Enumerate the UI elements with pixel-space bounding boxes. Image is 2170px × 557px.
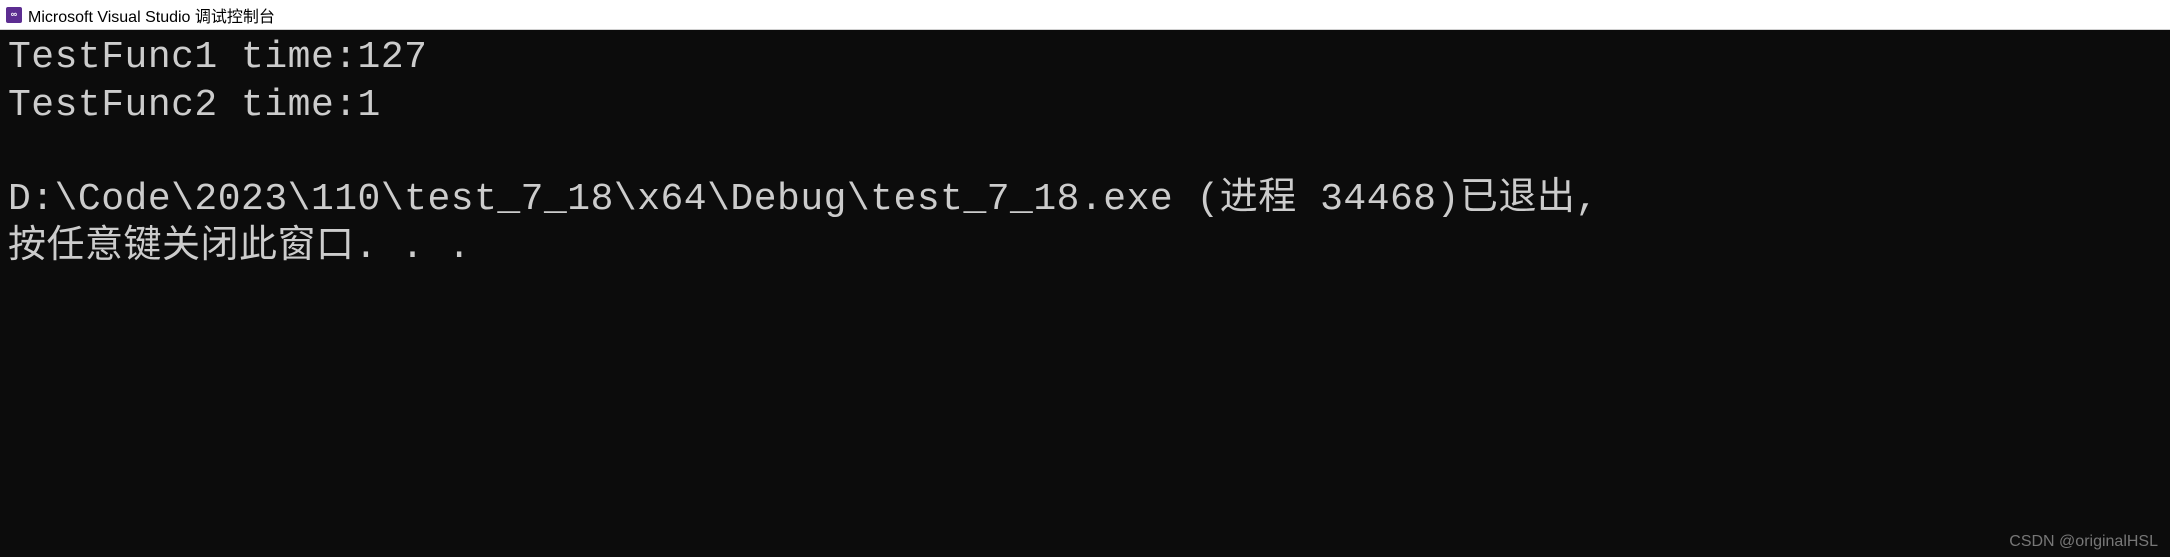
title-bar[interactable]: ∞ Microsoft Visual Studio 调试控制台 (0, 0, 2170, 30)
console-line: TestFunc1 time:127 (8, 34, 2162, 82)
window-title: Microsoft Visual Studio 调试控制台 (28, 3, 275, 27)
visual-studio-icon: ∞ (6, 7, 22, 23)
vs-icon-glyph: ∞ (11, 10, 17, 19)
watermark-text: CSDN @originalHSL (2009, 533, 2158, 551)
console-line: 按任意键关闭此窗口. . . (8, 224, 2162, 272)
console-line: D:\Code\2023\110\test_7_18\x64\Debug\tes… (8, 176, 2162, 224)
console-blank-line (8, 129, 2162, 176)
console-output[interactable]: TestFunc1 time:127 TestFunc2 time:1 D:\C… (0, 30, 2170, 557)
console-line: TestFunc2 time:1 (8, 82, 2162, 130)
